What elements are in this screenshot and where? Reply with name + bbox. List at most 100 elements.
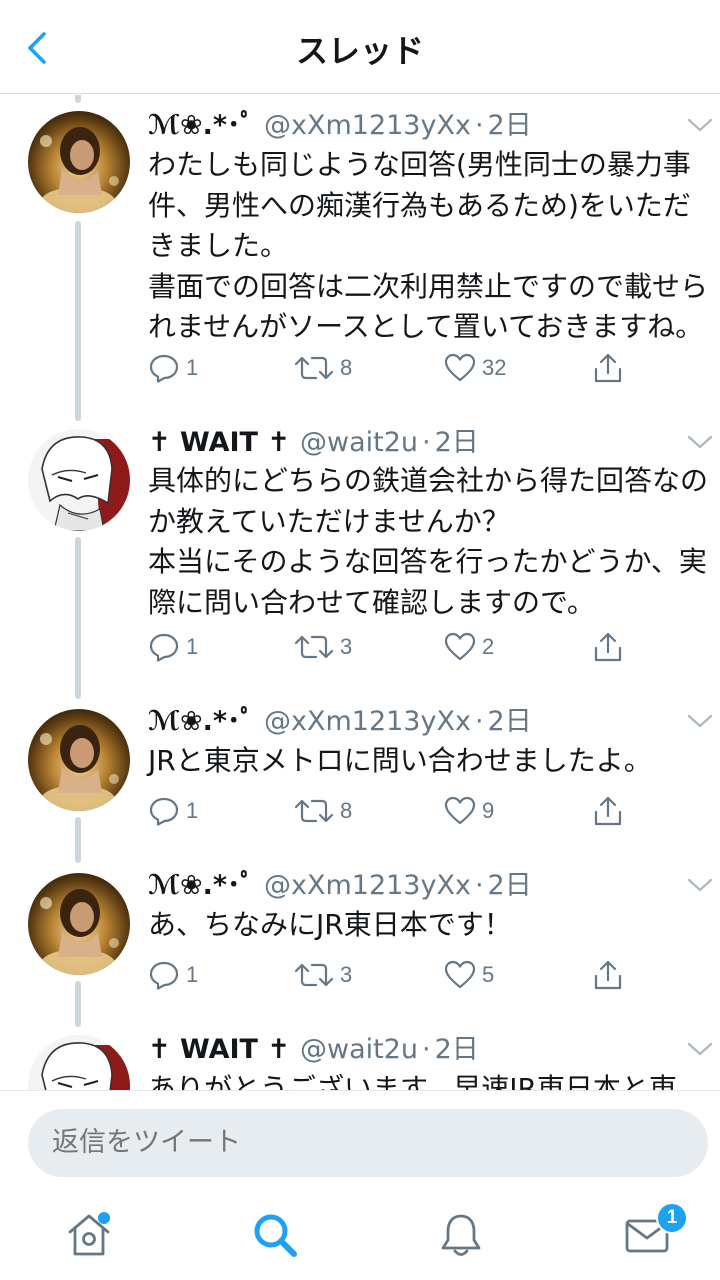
tab-search[interactable] (250, 1210, 300, 1260)
share-icon (592, 959, 624, 991)
like-button[interactable]: 32 (444, 350, 506, 386)
like-count: 9 (482, 798, 495, 823)
retweet-icon (294, 795, 334, 827)
display-name[interactable]: ✝ WAIT ✝ (148, 1034, 290, 1065)
retweet-icon (294, 352, 334, 384)
tweet-menu-button[interactable] (686, 115, 714, 135)
tab-notifications[interactable] (436, 1210, 486, 1260)
chevron-down-icon (686, 875, 714, 895)
avatar[interactable] (28, 429, 130, 531)
tweet-actions: 1 3 5 (148, 957, 648, 993)
separator-dot: · (422, 427, 431, 458)
heart-icon (444, 795, 476, 827)
reply-bar (0, 1090, 720, 1190)
avatar[interactable] (28, 111, 130, 213)
user-handle[interactable]: @wait2u (300, 427, 418, 458)
thread-line (75, 221, 81, 421)
thread-line (75, 817, 81, 863)
reply-count: 1 (186, 798, 199, 823)
tweet-menu-button[interactable] (686, 711, 714, 731)
display-name[interactable]: ℳ❀.*･ﾟ (148, 870, 254, 901)
thread-line (75, 95, 81, 103)
display-name[interactable]: ℳ❀.*･ﾟ (148, 110, 254, 141)
retweet-icon (294, 959, 334, 991)
separator-dot: · (474, 870, 484, 901)
tweet-menu-button[interactable] (686, 1039, 714, 1059)
tweet-text: あ、ちなみにJR東日本です！ (148, 908, 512, 941)
share-button[interactable] (592, 793, 624, 829)
retweet-button[interactable]: 8 (294, 350, 352, 386)
retweet-count: 8 (340, 798, 353, 823)
reply-icon (148, 795, 180, 827)
reply-button[interactable]: 1 (148, 793, 198, 829)
tweet-text: わたしも同じような回答(男性同士の暴力事件、男性への痴漢行為もあるため)をいただ… (148, 148, 709, 343)
tweet-text: ありがとうございます。早速JR東日本と東 (148, 1072, 677, 1090)
tweet-actions: 1 8 32 (148, 350, 648, 386)
messages-badge: 1 (656, 1202, 688, 1234)
user-handle[interactable]: @wait2u (300, 1034, 418, 1065)
chevron-down-icon (686, 115, 714, 135)
chevron-down-icon (686, 1039, 714, 1059)
reply-icon (148, 631, 180, 663)
timestamp[interactable]: 2日 (435, 427, 479, 458)
separator-dot: · (474, 110, 484, 141)
heart-icon (444, 631, 476, 663)
timestamp[interactable]: 2日 (435, 1034, 479, 1065)
display-name[interactable]: ✝ WAIT ✝ (148, 427, 290, 458)
display-name[interactable]: ℳ❀.*･ﾟ (148, 706, 254, 737)
user-handle[interactable]: @xXm1213yXx (264, 870, 471, 901)
avatar[interactable] (28, 709, 130, 811)
avatar[interactable] (28, 873, 130, 975)
avatar[interactable] (28, 1035, 130, 1090)
tweet-actions: 1 3 2 (148, 629, 648, 665)
retweet-count: 3 (340, 634, 353, 659)
like-button[interactable]: 5 (444, 957, 494, 993)
user-handle[interactable]: @xXm1213yXx (264, 110, 471, 141)
reply-count: 1 (186, 355, 199, 380)
timestamp[interactable]: 2日 (488, 706, 532, 737)
top-bar: スレッド (0, 0, 720, 94)
like-button[interactable]: 2 (444, 629, 494, 665)
chevron-down-icon (686, 711, 714, 731)
bottom-tab-bar: 1 (0, 1190, 720, 1280)
tweet-menu-button[interactable] (686, 432, 714, 452)
share-icon (592, 352, 624, 384)
tweet-header: ✝ WAIT ✝ @wait2u · 2日 (148, 1032, 479, 1068)
retweet-count: 3 (340, 962, 353, 987)
retweet-count: 8 (340, 355, 353, 380)
like-count: 2 (482, 634, 495, 659)
like-count: 5 (482, 962, 495, 987)
reply-button[interactable]: 1 (148, 350, 198, 386)
page-title: スレッド (295, 32, 424, 70)
retweet-button[interactable]: 3 (294, 629, 352, 665)
reply-button[interactable]: 1 (148, 957, 198, 993)
thread-feed[interactable]: ℳ❀.*･ﾟ @xXm1213yXx · 2日 わたしも同じような回答(男性同士の暴力… (0, 95, 720, 1090)
reply-input[interactable] (28, 1109, 708, 1177)
tweet-text: JRと東京メトロに問い合わせましたよ。 (148, 744, 652, 777)
share-button[interactable] (592, 629, 624, 665)
timestamp[interactable]: 2日 (488, 870, 532, 901)
home-unread-dot (98, 1212, 110, 1224)
tweet-header: ℳ❀.*･ﾟ @xXm1213yXx · 2日 (148, 868, 532, 904)
share-button[interactable] (592, 350, 624, 386)
timestamp[interactable]: 2日 (488, 110, 532, 141)
tweet-menu-button[interactable] (686, 875, 714, 895)
reply-button[interactable]: 1 (148, 629, 198, 665)
chevron-down-icon (686, 432, 714, 452)
separator-dot: · (474, 706, 484, 737)
reply-count: 1 (186, 962, 199, 987)
separator-dot: · (422, 1034, 431, 1065)
user-handle[interactable]: @xXm1213yXx (264, 706, 471, 737)
like-button[interactable]: 9 (444, 793, 494, 829)
retweet-button[interactable]: 8 (294, 793, 352, 829)
retweet-button[interactable]: 3 (294, 957, 352, 993)
heart-icon (444, 959, 476, 991)
heart-icon (444, 352, 476, 384)
share-button[interactable] (592, 957, 624, 993)
bell-icon (441, 1214, 481, 1256)
share-icon (592, 631, 624, 663)
reply-count: 1 (186, 634, 199, 659)
tweet-header: ℳ❀.*･ﾟ @xXm1213yXx · 2日 (148, 704, 532, 740)
tweet-text: 具体的にどちらの鉄道会社から得た回答なのか教えていただけませんか？ 本当にそのよ… (148, 464, 709, 619)
like-count: 32 (482, 355, 507, 380)
